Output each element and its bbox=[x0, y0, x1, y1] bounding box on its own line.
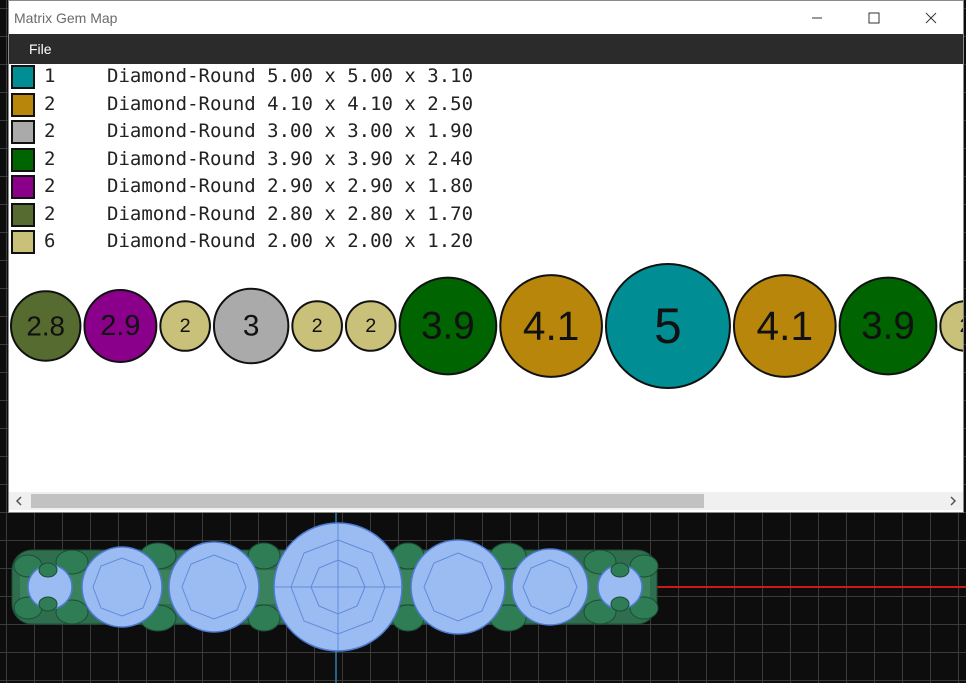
gem-description: Diamond-Round 2.80 x 2.80 x 1.70 bbox=[107, 202, 474, 225]
menu-bar: File bbox=[9, 34, 963, 64]
gem-size-label: 4.1 bbox=[757, 303, 814, 349]
gem-description: Diamond-Round 4.10 x 4.10 x 2.50 bbox=[107, 92, 474, 115]
menu-file[interactable]: File bbox=[21, 37, 60, 61]
color-swatch bbox=[11, 230, 35, 254]
gem-size-label: 3.9 bbox=[861, 305, 915, 348]
minimize-button[interactable] bbox=[788, 1, 846, 34]
gem-description: Diamond-Round 5.00 x 5.00 x 3.10 bbox=[107, 65, 474, 87]
close-button[interactable] bbox=[902, 1, 960, 34]
gem-size-label: 2 bbox=[365, 315, 376, 337]
gem-description: Diamond-Round 2.90 x 2.90 x 1.80 bbox=[107, 175, 474, 197]
close-icon bbox=[925, 12, 937, 23]
gem-size-label: 2.9 bbox=[100, 310, 140, 342]
gem-description: Diamond-Round 3.90 x 3.90 x 2.40 bbox=[107, 147, 474, 170]
gem-map-content: 1 Diamond-Round 5.00 x 5.00 x 3.10 2 Diamon… bbox=[9, 64, 963, 492]
gem-size-label: 3.9 bbox=[421, 305, 475, 348]
title-bar[interactable]: Matrix Gem Map bbox=[9, 1, 963, 34]
color-swatch bbox=[11, 147, 35, 172]
gem-description: Diamond-Round 2.00 x 2.00 x 1.20 bbox=[107, 230, 474, 252]
gem-quantity: 2 bbox=[44, 147, 56, 170]
scrollbar-thumb[interactable] bbox=[31, 494, 704, 508]
color-swatch bbox=[11, 120, 35, 144]
gem-description: Diamond-Round 3.00 x 3.00 x 1.90 bbox=[107, 120, 474, 142]
maximize-icon bbox=[868, 12, 880, 23]
horizontal-scrollbar[interactable] bbox=[9, 492, 963, 510]
window-title: Matrix Gem Map bbox=[14, 9, 118, 26]
color-swatch bbox=[11, 92, 35, 117]
gem-quantity: 6 bbox=[44, 230, 56, 252]
gem-quantity: 2 bbox=[44, 92, 56, 115]
gem-size-label: 5 bbox=[654, 298, 682, 354]
gem-size-label: 4.1 bbox=[523, 303, 580, 349]
gem-quantity: 1 bbox=[44, 65, 56, 87]
gem-quantity: 2 bbox=[44, 120, 56, 142]
minimize-icon bbox=[812, 17, 822, 18]
color-swatch bbox=[11, 175, 35, 199]
gem-size-label: 2 bbox=[312, 315, 323, 337]
gem-quantity: 2 bbox=[44, 202, 56, 225]
gem-size-label: 2 bbox=[180, 315, 191, 337]
scroll-left-button[interactable] bbox=[9, 492, 29, 510]
gem-size-label: 2 bbox=[960, 315, 963, 337]
color-swatch bbox=[11, 202, 35, 227]
gem-size-label: 2.8 bbox=[26, 311, 65, 342]
scroll-right-button[interactable] bbox=[943, 492, 963, 510]
gem-strip: 2.8 2.9 2 3 2 2 3.9 4.1 5 4.1 3.9 2 bbox=[10, 263, 963, 389]
chevron-left-icon bbox=[15, 496, 22, 506]
gem-map-window: Matrix Gem Map File 1 Diamond-Round 5.00 … bbox=[8, 0, 964, 513]
gem-size-label: 3 bbox=[243, 310, 260, 343]
chevron-right-icon bbox=[950, 496, 957, 506]
gem-quantity: 2 bbox=[44, 175, 56, 197]
maximize-button[interactable] bbox=[845, 1, 903, 34]
color-swatch bbox=[11, 65, 35, 89]
